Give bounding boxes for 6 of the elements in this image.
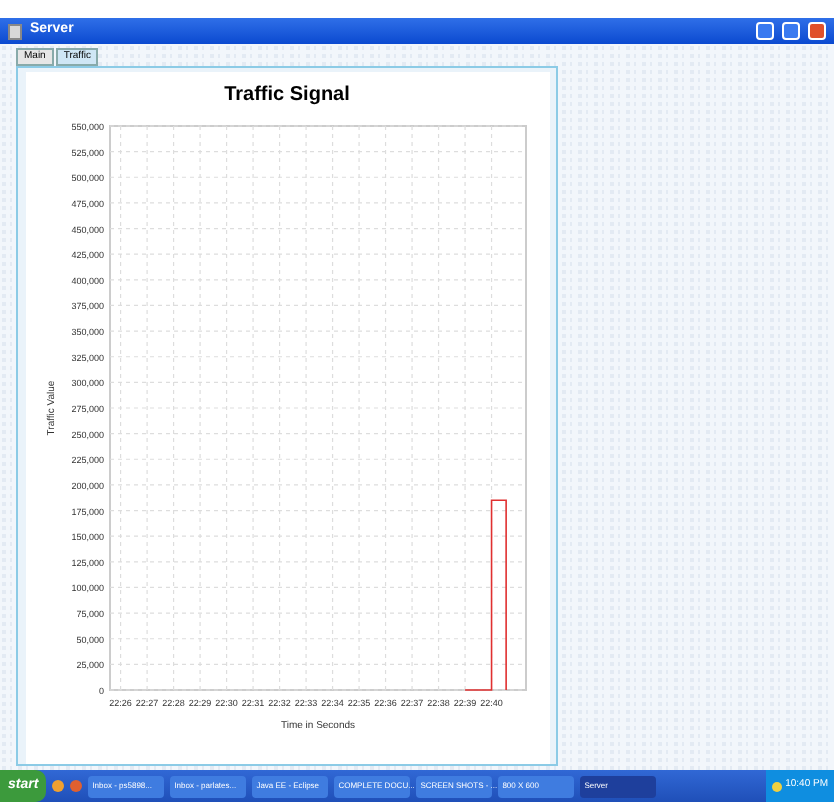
tray-icon <box>771 781 782 791</box>
close-button[interactable] <box>808 22 826 40</box>
chart-title: Traffic Signal <box>224 82 350 110</box>
window-icon <box>8 23 22 39</box>
maximize-button[interactable] <box>782 22 800 40</box>
minimize-button[interactable] <box>756 22 774 40</box>
